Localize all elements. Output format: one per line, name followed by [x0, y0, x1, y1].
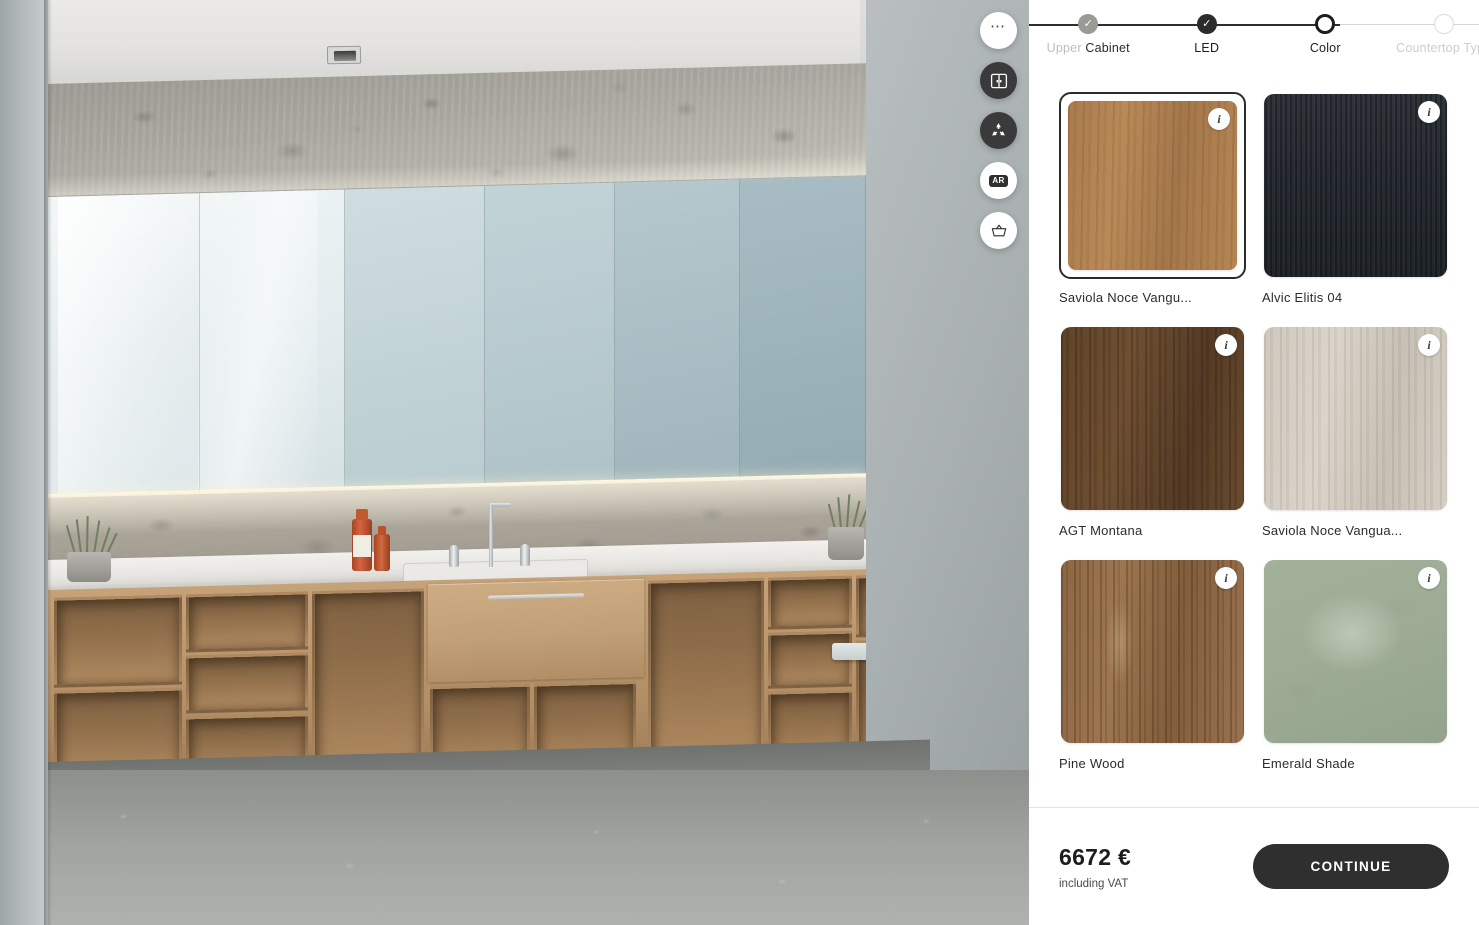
more-options-button[interactable]: ⋯: [980, 12, 1017, 49]
check-icon: ✓: [1202, 17, 1212, 30]
plant-foliage: [827, 494, 869, 530]
info-icon[interactable]: i: [1418, 334, 1440, 356]
swatch-texture: [1264, 94, 1447, 277]
plant-foliage: [65, 515, 118, 555]
info-icon[interactable]: i: [1208, 108, 1230, 130]
swatch-frame: i: [1059, 558, 1246, 745]
plant-pot: [67, 552, 111, 582]
swatch-label: Alvic Elitis 04: [1262, 290, 1343, 305]
faucet-handle: [520, 544, 530, 566]
cabinet-layout-icon: [990, 72, 1008, 90]
swatch-frame: i: [1262, 558, 1449, 745]
soap-dispenser-small: [374, 526, 390, 571]
configurator-app: ⋯ AR ✓ Upper Cabinet ✓ LED Color Counter…: [0, 0, 1479, 925]
step-countertop-type[interactable]: Countertop Type: [1385, 0, 1479, 55]
plant-pot: [828, 527, 864, 560]
faucet-body: [489, 505, 493, 567]
info-icon[interactable]: i: [1215, 567, 1237, 589]
faucet-handle: [449, 545, 459, 567]
continue-button[interactable]: CONTINUE: [1253, 844, 1449, 889]
swatch-texture: [1061, 560, 1244, 743]
ar-button[interactable]: AR: [980, 162, 1017, 199]
upper-cabinet-run[interactable]: [48, 175, 866, 506]
swatch-card[interactable]: i Saviola Noce Vangu...: [1059, 92, 1246, 305]
swatch-card[interactable]: i AGT Montana: [1059, 325, 1246, 538]
basket-button[interactable]: [980, 212, 1017, 249]
color-options-scroll-area[interactable]: i Saviola Noce Vangu... i Alvic Elitis 0…: [1029, 62, 1479, 808]
step-led[interactable]: ✓ LED: [1148, 0, 1267, 55]
soap-dispenser-large: [352, 509, 372, 571]
open-shelf-cell[interactable]: [768, 575, 852, 630]
sustainability-icon: [989, 121, 1008, 140]
vanity-drawer[interactable]: [428, 578, 644, 683]
panel-footer: 6672 € including VAT CONTINUE: [1029, 808, 1479, 925]
swatch-texture: [1061, 327, 1244, 510]
step-label-upper-cabinet: Upper Cabinet: [1046, 41, 1130, 55]
step-label-color: Color: [1309, 41, 1341, 55]
configurator-panel: ✓ Upper Cabinet ✓ LED Color Countertop T…: [1029, 0, 1479, 925]
left-wall-shadow: [44, 0, 52, 925]
info-icon[interactable]: i: [1418, 567, 1440, 589]
swatch-texture: [1264, 327, 1447, 510]
step-dot-completed: ✓: [1196, 14, 1217, 34]
open-shelf-cell[interactable]: [648, 577, 764, 768]
ar-icon: AR: [989, 174, 1008, 187]
step-label-led: LED: [1194, 41, 1220, 55]
swatch-frame: i: [1059, 325, 1246, 512]
upper-cabinet-door[interactable]: [200, 189, 345, 503]
upper-cabinet-door[interactable]: [485, 182, 615, 495]
swatch-label: Pine Wood: [1059, 756, 1125, 771]
upper-cabinet-door[interactable]: [345, 185, 485, 499]
swatch-frame: i: [1262, 325, 1449, 512]
swatch-card[interactable]: i Alvic Elitis 04: [1262, 92, 1449, 305]
check-icon: ✓: [1083, 17, 1093, 30]
swatch-frame: i: [1059, 92, 1246, 279]
product-3d-viewport[interactable]: ⋯ AR: [0, 0, 1029, 925]
sustainability-button[interactable]: [980, 112, 1017, 149]
price-block: 6672 € including VAT: [1059, 844, 1229, 890]
info-icon[interactable]: i: [1418, 101, 1440, 123]
open-shelf-cell[interactable]: [312, 588, 424, 777]
color-swatch-grid: i Saviola Noce Vangu... i Alvic Elitis 0…: [1059, 92, 1449, 771]
step-dot-completed: ✓: [1078, 14, 1099, 34]
open-shelf-cell[interactable]: [186, 591, 308, 653]
step-color[interactable]: Color: [1266, 0, 1385, 55]
step-progress-bar: ✓ Upper Cabinet ✓ LED Color Countertop T…: [1029, 0, 1479, 62]
left-wall: [0, 0, 48, 925]
more-options-icon: ⋯: [990, 18, 1007, 35]
drawer-pull-handle[interactable]: [488, 593, 584, 600]
step-upper-cabinet[interactable]: ✓ Upper Cabinet: [1029, 0, 1148, 55]
swatch-label: Emerald Shade: [1262, 756, 1355, 771]
upper-cabinet-door[interactable]: [740, 176, 866, 489]
step-dot-current: [1315, 14, 1336, 34]
vat-note: including VAT: [1059, 877, 1129, 890]
viewport-toolbar: ⋯ AR: [980, 12, 1017, 249]
swatch-label: Saviola Noce Vangua...: [1262, 523, 1403, 538]
swatch-card[interactable]: i Saviola Noce Vangua...: [1262, 325, 1449, 538]
swatch-texture: [1264, 560, 1447, 743]
basket-icon: [990, 222, 1008, 240]
upper-cabinet-door[interactable]: [615, 179, 740, 492]
cabinet-layout-button[interactable]: [980, 62, 1017, 99]
swatch-card[interactable]: i Pine Wood: [1059, 558, 1246, 771]
open-shelf-cell[interactable]: [54, 594, 182, 688]
total-price: 6672 €: [1059, 843, 1132, 870]
floor-surface: [0, 770, 1029, 925]
info-icon[interactable]: i: [1215, 334, 1237, 356]
swatch-card[interactable]: i Emerald Shade: [1262, 558, 1449, 771]
step-label-countertop-type: Countertop Type: [1396, 41, 1479, 55]
swatch-label: AGT Montana: [1059, 523, 1143, 538]
step-dot-upcoming: [1433, 14, 1454, 34]
open-shelf-cell[interactable]: [186, 652, 308, 714]
upper-cabinet-door[interactable]: [48, 193, 200, 506]
swatch-frame: i: [1262, 92, 1449, 279]
swatch-label: Saviola Noce Vangu...: [1059, 290, 1192, 305]
ceiling-spotlight: [326, 45, 362, 65]
